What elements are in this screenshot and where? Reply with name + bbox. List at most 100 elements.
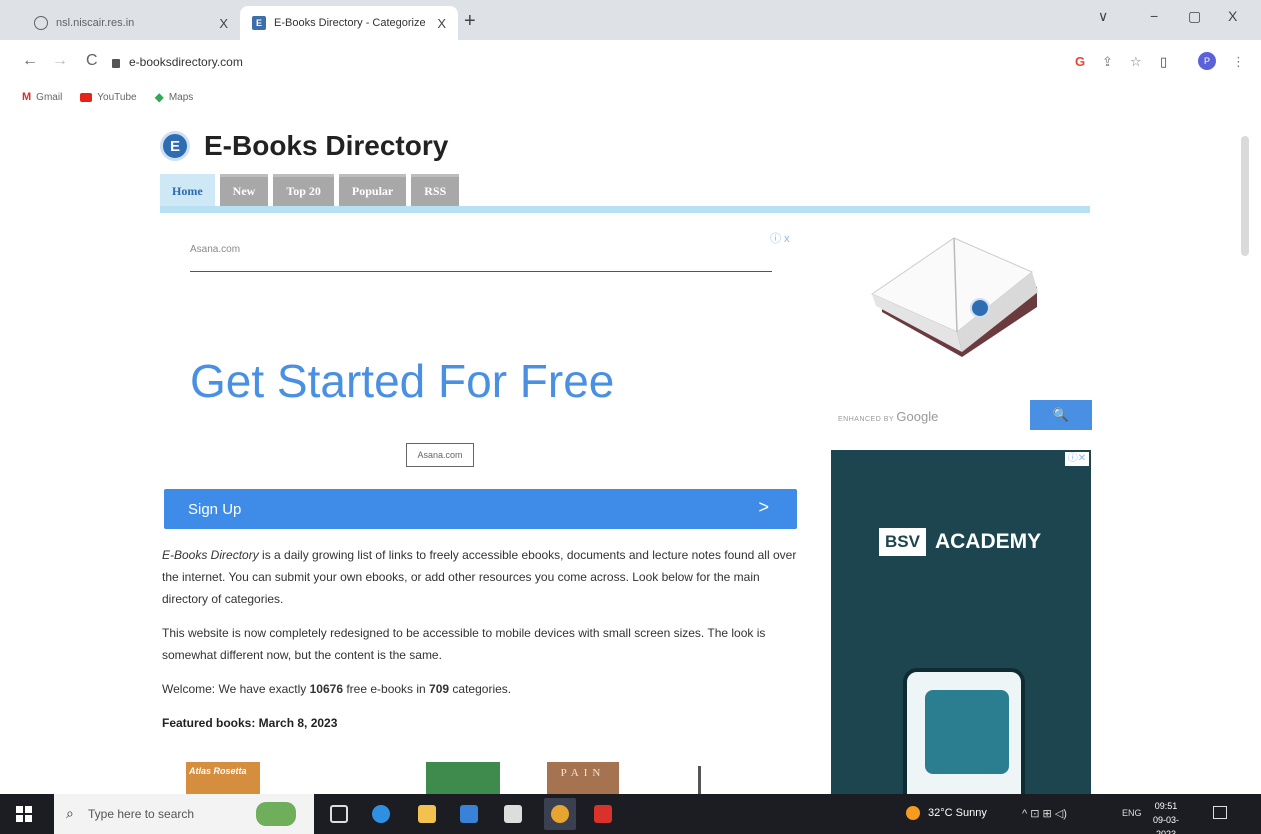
language-indicator[interactable]: ENG (1122, 808, 1142, 818)
intro-paragraph: E-Books Directory is a daily growing lis… (162, 544, 798, 610)
site-search-input[interactable] (918, 402, 1028, 426)
intro-site-name: E-Books Directory (162, 548, 259, 562)
weather-text: 32°C Sunny (928, 807, 987, 819)
tab-title: nsl.niscair.res.in (56, 17, 135, 29)
ad-source-label[interactable]: Asana.com (190, 244, 240, 255)
chrome-icon[interactable] (551, 805, 569, 823)
nav-home[interactable]: Home (160, 174, 215, 206)
taskbar-clock[interactable]: 09:51 09-03-2023 (1144, 799, 1188, 834)
book-cover[interactable] (698, 766, 701, 794)
clock-date: 09-03-2023 (1152, 815, 1179, 834)
reload-button[interactable]: C (86, 52, 98, 70)
task-view-icon[interactable] (330, 805, 348, 823)
globe-icon (34, 16, 48, 30)
bsv-badge: BSV (879, 528, 926, 556)
page-scrollbar[interactable] (1241, 136, 1249, 256)
ad-divider (190, 271, 772, 272)
tab-strip: nsl.niscair.res.in X E E-Books Directory… (0, 0, 1261, 40)
nav-rss[interactable]: RSS (411, 174, 460, 206)
phone-image (903, 668, 1025, 794)
ebook-count: 10676 (309, 682, 343, 696)
book-cover[interactable]: Atlas Rosetta (186, 762, 260, 794)
bookmark-label: YouTube (97, 91, 137, 103)
close-tab-icon[interactable]: X (219, 16, 228, 31)
sun-icon (906, 806, 920, 820)
store-icon[interactable] (460, 805, 478, 823)
menu-kebab-icon[interactable]: ⋮ (1232, 54, 1245, 70)
nav-new[interactable]: New (219, 174, 269, 206)
browser-toolbar: ← → C e-booksdirectory.com G ⇪ ☆ ▯ P ⋮ (0, 40, 1261, 84)
share-icon[interactable]: ⇪ (1102, 54, 1113, 70)
url-text: e-booksdirectory.com (129, 55, 243, 69)
windows-start-icon[interactable] (16, 806, 32, 822)
close-window-button[interactable]: X (1228, 8, 1237, 24)
nav-divider (160, 206, 1090, 213)
book-cover[interactable]: PAIN (547, 762, 619, 794)
bookmark-star-icon[interactable]: ☆ (1130, 54, 1142, 70)
system-tray-icons[interactable]: ^ ⊡ ⊞ ◁) (1022, 807, 1067, 820)
nav-popular[interactable]: Popular (338, 174, 407, 206)
tab-ebooks-directory[interactable]: E E-Books Directory - Categorize X (240, 6, 458, 40)
weather-widget[interactable]: 32°C Sunny (906, 806, 987, 820)
welcome-text: free e-books in (343, 682, 430, 696)
open-book-icon (870, 237, 1038, 357)
close-tab-icon[interactable]: X (437, 16, 446, 31)
bsv-logo: BSV ACADEMY (879, 528, 1041, 556)
google-search: ENHANCED BY Google 🔍 (838, 400, 1092, 430)
address-bar[interactable]: e-booksdirectory.com (112, 48, 1052, 76)
youtube-icon (80, 92, 93, 102)
bsv-academy-ad[interactable]: ⓘ✕ BSV ACADEMY (831, 450, 1091, 794)
search-button[interactable]: 🔍 (1030, 400, 1092, 430)
featured-heading: Featured books: March 8, 2023 (162, 716, 338, 730)
minimize-button[interactable]: − (1150, 8, 1158, 24)
lock-icon (112, 58, 120, 68)
ad-headline[interactable]: Get Started For Free (190, 354, 614, 408)
bookmark-gmail[interactable]: M Gmail (22, 91, 62, 103)
sign-up-label: Sign Up (188, 500, 242, 518)
edge-icon[interactable] (372, 805, 390, 823)
nav-top-20[interactable]: Top 20 (273, 174, 334, 206)
restore-button[interactable]: ▢ (1188, 8, 1201, 25)
welcome-paragraph: Welcome: We have exactly 10676 free e-bo… (162, 678, 798, 700)
web-page: E E-Books Directory Home New Top 20 Popu… (0, 110, 1261, 794)
tab-niscair[interactable]: nsl.niscair.res.in X (22, 6, 240, 40)
search-icon: ⌕ (66, 805, 74, 821)
taskbar-search-placeholder: Type here to search (88, 807, 195, 821)
gmail-icon: M (22, 91, 32, 103)
forward-button[interactable]: → (52, 52, 68, 70)
tab-search-dropdown-icon[interactable]: ∨ (1098, 8, 1108, 25)
google-lens-icon[interactable]: G (1075, 54, 1085, 69)
search-highlight-icon[interactable] (256, 802, 296, 826)
welcome-text: categories. (449, 682, 512, 696)
back-button[interactable]: ← (22, 52, 38, 70)
redesign-paragraph: This website is now completely redesigne… (162, 626, 766, 662)
clock-time: 09:51 (1154, 801, 1178, 811)
sign-up-button[interactable]: Sign Up > (164, 489, 797, 529)
file-explorer-icon[interactable] (418, 805, 436, 823)
profile-avatar[interactable]: P (1198, 52, 1216, 70)
maps-icon: ◆ (154, 90, 164, 104)
bookmark-youtube[interactable]: YouTube (80, 91, 137, 103)
ebooks-logo-icon: E (160, 131, 190, 161)
bookmark-maps[interactable]: ◆ Maps (155, 90, 194, 104)
ad-source-button[interactable]: Asana.com (406, 443, 474, 467)
ad-choices-icon[interactable]: ⓘ x (770, 230, 790, 246)
search-brand-small: ENHANCED BY (838, 416, 894, 423)
acrobat-icon[interactable] (594, 805, 612, 823)
mail-icon[interactable] (504, 805, 522, 823)
bookmarks-bar: M Gmail YouTube ◆ Maps (0, 84, 1261, 110)
asana-ad[interactable]: Asana.com ⓘ x Get Started For Free Asana… (160, 224, 800, 534)
ad-close-icon[interactable]: ⓘ✕ (1065, 452, 1089, 466)
site-header[interactable]: E E-Books Directory (160, 130, 448, 162)
notification-icon[interactable] (1213, 806, 1227, 819)
search-icon: 🔍 (1052, 407, 1070, 422)
ebooks-favicon-icon: E (252, 16, 266, 30)
book-cover[interactable] (426, 762, 500, 794)
side-panel-icon[interactable]: ▯ (1160, 54, 1167, 70)
bookmark-label: Gmail (36, 91, 63, 103)
tab-title: E-Books Directory - Categorize (274, 17, 426, 29)
new-tab-button[interactable]: + (464, 10, 476, 33)
site-title: E-Books Directory (204, 130, 449, 161)
phone-card (925, 690, 1009, 774)
site-nav: Home New Top 20 Popular RSS (160, 174, 460, 206)
